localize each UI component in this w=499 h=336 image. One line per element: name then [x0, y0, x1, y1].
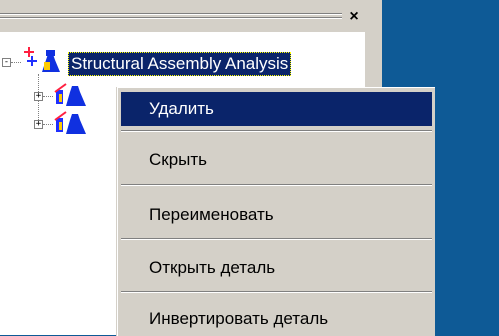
- menu-item-invert-part[interactable]: Инвертировать деталь: [121, 302, 432, 336]
- menu-item-delete[interactable]: Удалить: [121, 92, 432, 126]
- menu-item-open-part[interactable]: Открыть деталь: [121, 251, 432, 285]
- close-icon[interactable]: ×: [346, 9, 362, 25]
- menu-separator: [121, 291, 432, 293]
- assembly-icon: [24, 47, 60, 72]
- menu-item-hide[interactable]: Скрыть: [121, 143, 432, 177]
- menu-separator: [121, 130, 432, 132]
- context-menu: Удалить Скрыть Переименовать Открыть дет…: [117, 87, 435, 336]
- child-expand-toggle[interactable]: +: [34, 120, 43, 129]
- menu-separator: [121, 184, 432, 186]
- tree-root-label[interactable]: Structural Assembly Analysis: [68, 52, 292, 76]
- part-icon: [54, 111, 86, 134]
- root-collapse-toggle[interactable]: -: [2, 58, 11, 67]
- part-icon: [54, 83, 86, 106]
- child-expand-toggle[interactable]: +: [34, 92, 43, 101]
- menu-separator: [121, 238, 432, 240]
- panel-grip[interactable]: [0, 13, 342, 21]
- menu-item-rename[interactable]: Переименовать: [121, 198, 432, 232]
